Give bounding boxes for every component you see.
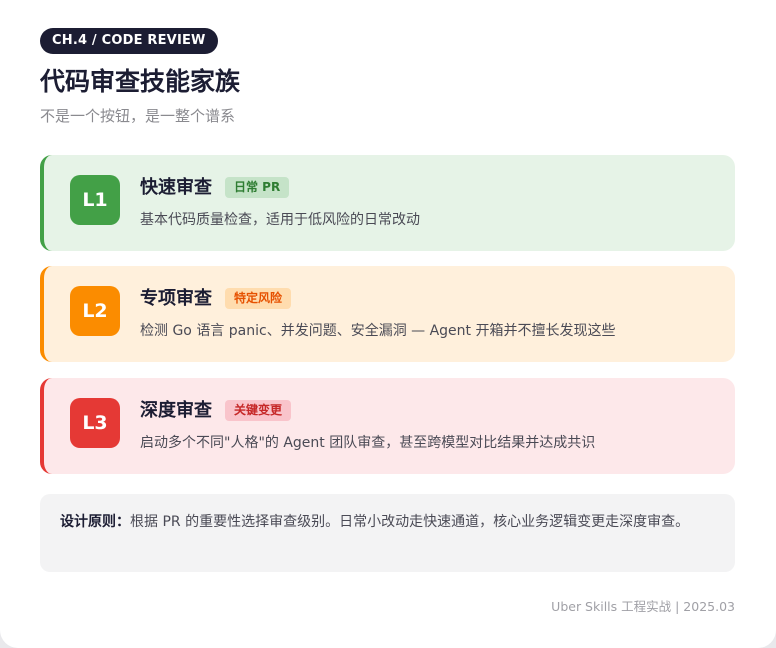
level-description-l1: 基本代码质量检查，适用于低风险的日常改动: [140, 212, 420, 228]
design-principle-box: 设计原则：根据 PR 的重要性选择审查级别。日常小改动走快速通道，核心业务逻辑变…: [40, 494, 735, 572]
design-principle-label: 设计原则：: [60, 514, 130, 530]
level-tag-l2: 特定风险: [225, 288, 292, 309]
level-badge-l3: L3: [70, 398, 120, 448]
design-principle-text: 根据 PR 的重要性选择审查级别。日常小改动走快速通道，核心业务逻辑变更走深度审…: [130, 514, 690, 530]
level-badge-l2: L2: [70, 286, 120, 336]
level-description-l3: 启动多个不同"人格"的 Agent 团队审查，甚至跨模型对比结果并达成共识: [140, 435, 596, 451]
page-subtitle: 不是一个按钮，是一整个谱系: [40, 107, 236, 125]
level-description-l2: 检测 Go 语言 panic、并发问题、安全漏洞 — Agent 开箱并不擅长发…: [140, 323, 616, 339]
level-name-l3: 深度审查: [140, 400, 212, 421]
level-card-l3: L3 深度审查 关键变更 启动多个不同"人格"的 Agent 团队审查，甚至跨模…: [40, 378, 735, 474]
level-tag-l3: 关键变更: [225, 400, 292, 421]
footer-credit: Uber Skills 工程实战 | 2025.03: [551, 599, 735, 614]
page-title: 代码审查技能家族: [40, 67, 241, 96]
level-name-l2: 专项审查: [140, 288, 212, 309]
level-badge-l1: L1: [70, 175, 120, 225]
level-name-l1: 快速审查: [140, 177, 212, 198]
level-card-l2: L2 专项审查 特定风险 检测 Go 语言 panic、并发问题、安全漏洞 — …: [40, 266, 735, 362]
chapter-chip: CH.4 / CODE REVIEW: [40, 28, 218, 54]
slide-card: CH.4 / CODE REVIEW 代码审查技能家族 不是一个按钮，是一整个谱…: [0, 0, 776, 648]
level-tag-l1: 日常 PR: [225, 177, 290, 198]
level-card-l1: L1 快速审查 日常 PR 基本代码质量检查，适用于低风险的日常改动: [40, 155, 735, 251]
